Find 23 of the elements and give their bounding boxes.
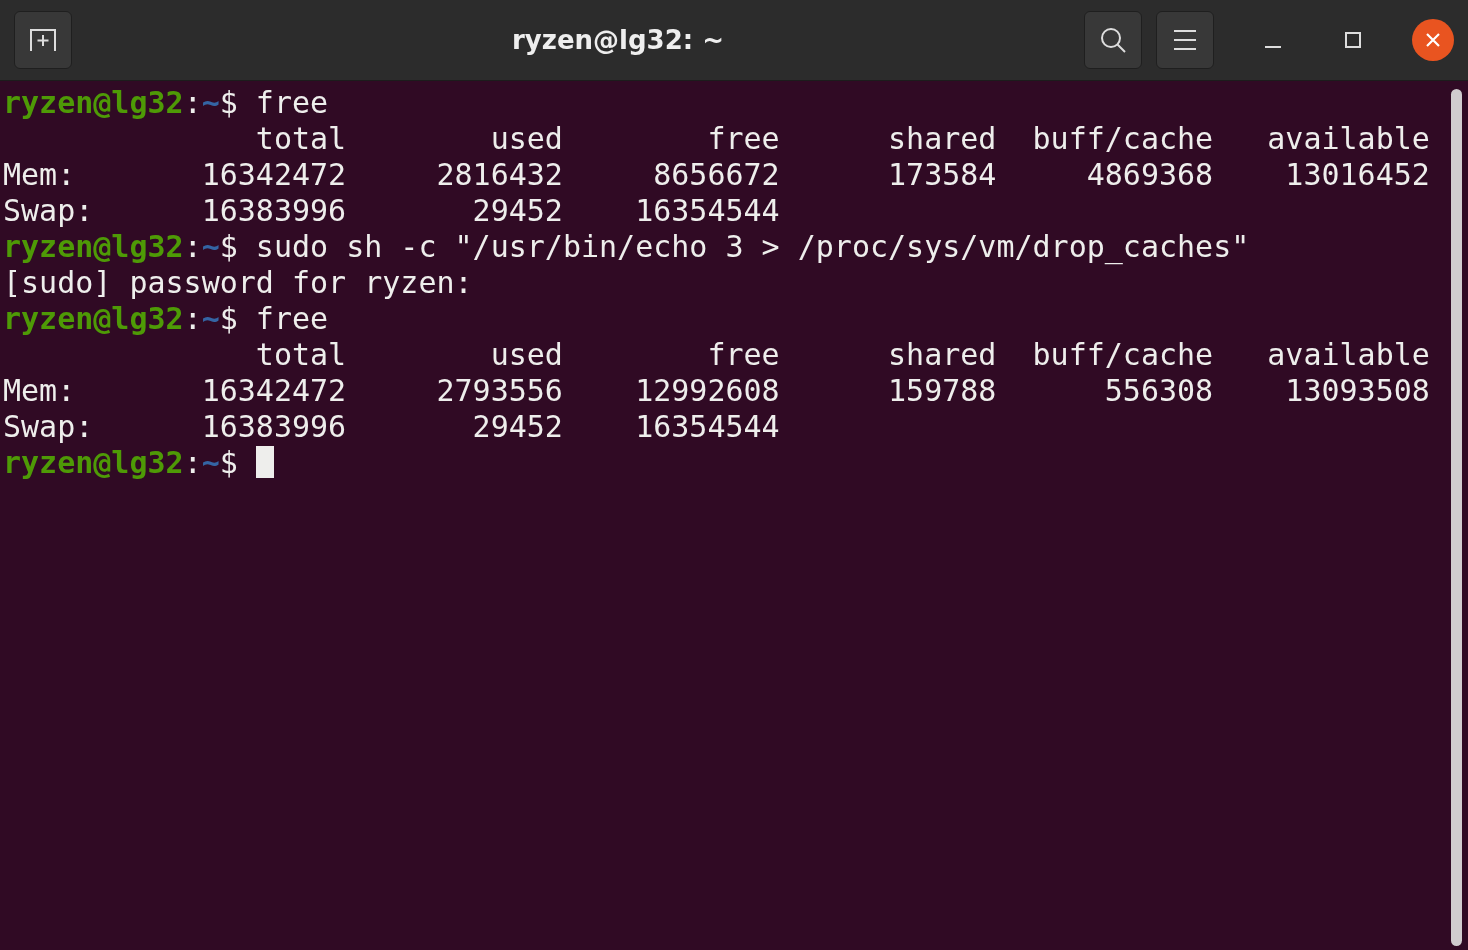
output-line: total used free shared buff/cache available [254, 121, 1430, 157]
prompt-line: ryzen@lg32:~$ free [3, 85, 329, 121]
output-line: Mem: 16342472 2816432 8656672 173584 4869368 13016452 [3, 157, 1430, 193]
menu-icon [1173, 29, 1197, 51]
minimize-icon [1265, 46, 1281, 48]
prompt-line: ryzen@lg32:~$ sudo sh -c "/usr/bin/echo 3 > /proc/sys/vm/drop_caches" [3, 229, 1250, 265]
prompt-line: ryzen@lg32:~$ free [3, 301, 329, 337]
menu-button[interactable] [1156, 11, 1214, 69]
output-line: total used free shared buff/cache available [254, 337, 1430, 373]
prompt-line: ryzen@lg32:~$ [3, 445, 274, 481]
close-button[interactable] [1412, 19, 1454, 61]
new-tab-icon [27, 27, 59, 53]
search-button[interactable] [1084, 11, 1142, 69]
new-tab-button[interactable] [14, 11, 72, 69]
output-line: Swap: 16383996 29452 16354544 [3, 409, 780, 445]
output-line: [sudo] password for ryzen: [3, 265, 473, 301]
scrollbar[interactable] [1451, 89, 1462, 946]
search-icon [1099, 26, 1127, 54]
maximize-icon [1344, 31, 1362, 49]
output-line: Mem: 16342472 2793556 12992608 159788 556308 13093508 [3, 373, 1430, 409]
close-icon [1425, 32, 1441, 48]
output-line: Swap: 16383996 29452 16354544 [3, 193, 780, 229]
window-title: ryzen@lg32: ~ [511, 25, 725, 55]
